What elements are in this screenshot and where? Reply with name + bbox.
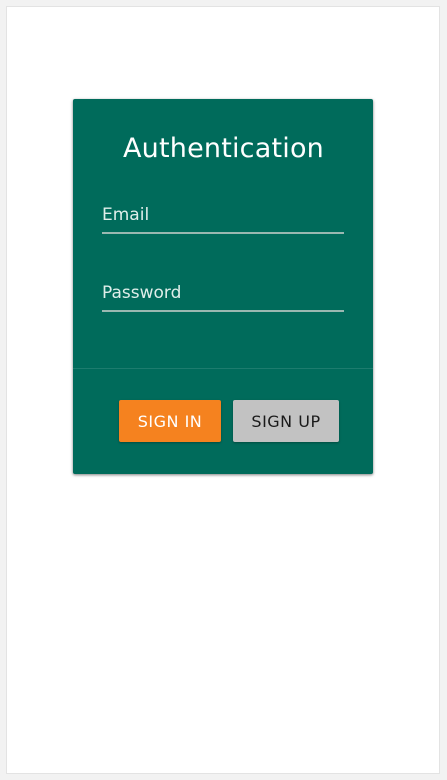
- sign-in-button[interactable]: SIGN IN: [119, 400, 221, 442]
- card-divider: [73, 368, 373, 369]
- email-field: [102, 198, 344, 234]
- sign-up-button[interactable]: SIGN UP: [233, 400, 339, 442]
- password-input[interactable]: [102, 276, 344, 310]
- password-field: [102, 276, 344, 312]
- auth-title: Authentication: [122, 133, 324, 164]
- email-input[interactable]: [102, 198, 344, 232]
